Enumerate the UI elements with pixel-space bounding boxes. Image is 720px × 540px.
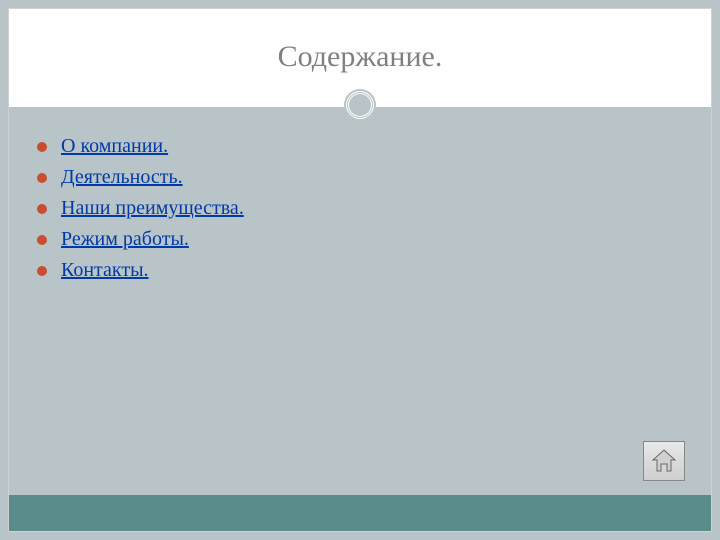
toc-link-schedule[interactable]: Режим работы. xyxy=(61,228,189,251)
home-button[interactable] xyxy=(643,441,685,481)
bullet-icon xyxy=(37,173,47,183)
toc-item: Контакты. xyxy=(37,259,701,282)
home-icon xyxy=(650,448,678,474)
table-of-contents: О компании. Деятельность. Наши преимущес… xyxy=(37,135,701,282)
bullet-icon xyxy=(37,235,47,245)
toc-link-contacts[interactable]: Контакты. xyxy=(61,259,149,282)
toc-link-advantages[interactable]: Наши преимущества. xyxy=(61,197,244,220)
toc-item: Деятельность. xyxy=(37,166,701,189)
toc-item: Режим работы. xyxy=(37,228,701,251)
bullet-icon xyxy=(37,204,47,214)
toc-link-about[interactable]: О компании. xyxy=(61,135,168,158)
bullet-icon xyxy=(37,266,47,276)
toc-link-activity[interactable]: Деятельность. xyxy=(61,166,183,189)
toc-item: Наши преимущества. xyxy=(37,197,701,220)
page-title: Содержание. xyxy=(278,40,443,74)
bullet-icon xyxy=(37,142,47,152)
slide: Содержание. О компании. Деятельность. На… xyxy=(8,8,712,532)
footer-bar xyxy=(9,495,711,531)
toc-item: О компании. xyxy=(37,135,701,158)
content-body: О компании. Деятельность. Наши преимущес… xyxy=(9,105,711,495)
circle-ornament xyxy=(346,91,374,119)
